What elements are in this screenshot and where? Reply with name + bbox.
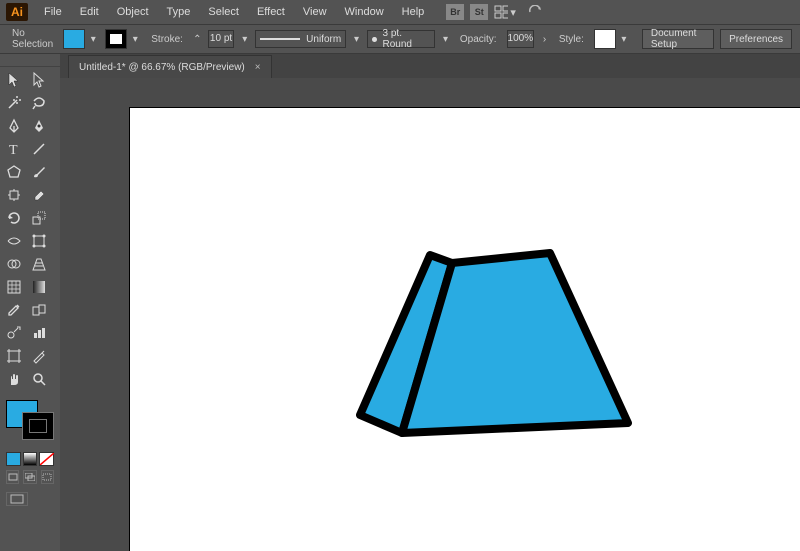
- opacity-label: Opacity:: [456, 32, 501, 47]
- stock-icon[interactable]: St: [470, 4, 488, 20]
- work-area: T: [0, 54, 800, 551]
- type-tool[interactable]: T: [2, 138, 26, 160]
- prism-shape[interactable]: [350, 243, 650, 463]
- blend-tool[interactable]: [27, 299, 51, 321]
- document-tab-title: Untitled-1* @ 66.67% (RGB/Preview): [79, 62, 245, 73]
- color-mode-row: [0, 450, 60, 468]
- screen-mode-button[interactable]: [6, 492, 28, 506]
- screen-mode-row: [0, 468, 60, 486]
- sync-icon[interactable]: [524, 1, 548, 23]
- graph-tool[interactable]: [27, 322, 51, 344]
- document-tab-bar: Untitled-1* @ 66.67% (RGB/Preview) ×: [60, 54, 800, 78]
- gradient-tool[interactable]: [27, 276, 51, 298]
- brush-dropdown[interactable]: 3 pt. Round: [367, 30, 435, 48]
- shape-tool[interactable]: [2, 161, 26, 183]
- chevron-down-icon: ▾: [618, 33, 630, 45]
- panel-grip[interactable]: [0, 54, 60, 67]
- artboard-tool[interactable]: [2, 345, 26, 367]
- color-mode-gradient[interactable]: [23, 452, 38, 466]
- draw-normal-icon[interactable]: [6, 470, 19, 484]
- bridge-icon[interactable]: Br: [446, 4, 464, 20]
- style-label: Style:: [555, 32, 588, 47]
- color-selector[interactable]: [0, 398, 60, 450]
- brush-label: 3 pt. Round: [383, 28, 431, 50]
- line-tool[interactable]: [27, 138, 51, 160]
- menu-object[interactable]: Object: [109, 3, 157, 21]
- menu-view[interactable]: View: [295, 3, 335, 21]
- stroke-color-swatch[interactable]: [22, 412, 54, 440]
- shaper-tool[interactable]: [2, 184, 26, 206]
- menu-bar: Ai File Edit Object Type Select Effect V…: [0, 0, 800, 24]
- app-logo: Ai: [6, 3, 28, 21]
- canvas-area: Untitled-1* @ 66.67% (RGB/Preview) ×: [60, 54, 800, 551]
- lasso-tool[interactable]: [27, 92, 51, 114]
- stroke-swatch-control[interactable]: ▾: [105, 29, 141, 49]
- style-swatch: [594, 29, 616, 49]
- scale-tool[interactable]: [27, 207, 51, 229]
- menu-help[interactable]: Help: [394, 3, 433, 21]
- stroke-weight-field[interactable]: 10 pt: [208, 30, 235, 48]
- chevron-down-icon: ▾: [129, 33, 141, 45]
- menu-select[interactable]: Select: [200, 3, 247, 21]
- fill-swatch-control[interactable]: ▾: [63, 29, 99, 49]
- style-swatch-control[interactable]: ▾: [594, 29, 630, 49]
- profile-label: Uniform: [306, 34, 341, 45]
- svg-text:T: T: [9, 143, 18, 156]
- chevron-right-icon[interactable]: ›: [540, 33, 549, 45]
- chevron-down-icon[interactable]: ▾: [352, 33, 361, 45]
- pen-tool[interactable]: [2, 115, 26, 137]
- document-tab[interactable]: Untitled-1* @ 66.67% (RGB/Preview) ×: [68, 55, 272, 78]
- stroke-decrease-icon[interactable]: ⌃: [193, 33, 202, 45]
- preferences-button[interactable]: Preferences: [720, 29, 792, 49]
- selection-tool[interactable]: [2, 69, 26, 91]
- chevron-down-icon[interactable]: ▾: [441, 33, 450, 45]
- options-bar: No Selection ▾ ▾ Stroke: ⌃ 10 pt ▾ Unifo…: [0, 24, 800, 54]
- document-setup-button[interactable]: Document Setup: [642, 29, 714, 49]
- curvature-tool[interactable]: [27, 115, 51, 137]
- free-transform-tool[interactable]: [27, 230, 51, 252]
- direct-selection-tool[interactable]: [27, 69, 51, 91]
- menu-file[interactable]: File: [36, 3, 70, 21]
- symbol-sprayer-tool[interactable]: [2, 322, 26, 344]
- arrange-icon[interactable]: ▾: [494, 1, 518, 23]
- toolbox: T: [0, 67, 60, 392]
- hand-tool[interactable]: [2, 368, 26, 390]
- eyedropper-tool[interactable]: [2, 299, 26, 321]
- slice-tool[interactable]: [27, 345, 51, 367]
- menu-type[interactable]: Type: [159, 3, 199, 21]
- menu-app-icons: Br St ▾: [446, 1, 548, 23]
- eraser-tool[interactable]: [27, 184, 51, 206]
- screen-switch-row: [0, 490, 60, 508]
- shape-builder-tool[interactable]: [2, 253, 26, 275]
- menu-effect[interactable]: Effect: [249, 3, 293, 21]
- mesh-tool[interactable]: [2, 276, 26, 298]
- draw-behind-icon[interactable]: [23, 470, 36, 484]
- stroke-label: Stroke:: [147, 32, 187, 47]
- perspective-tool[interactable]: [27, 253, 51, 275]
- menu-window[interactable]: Window: [337, 3, 392, 21]
- color-mode-none[interactable]: [39, 452, 54, 466]
- chevron-down-icon: ▾: [87, 33, 99, 45]
- brush-tool[interactable]: [27, 161, 51, 183]
- color-mode-solid[interactable]: [6, 452, 21, 466]
- profile-dropdown[interactable]: Uniform: [255, 30, 346, 48]
- selection-status: No Selection: [8, 26, 57, 52]
- close-icon[interactable]: ×: [255, 62, 261, 73]
- tool-panel: T: [0, 54, 60, 551]
- fill-swatch: [63, 29, 85, 49]
- width-tool[interactable]: [2, 230, 26, 252]
- magic-wand-tool[interactable]: [2, 92, 26, 114]
- stroke-swatch: [105, 29, 127, 49]
- zoom-tool[interactable]: [27, 368, 51, 390]
- opacity-field[interactable]: 100%: [507, 30, 535, 48]
- canvas[interactable]: [60, 78, 800, 551]
- menu-edit[interactable]: Edit: [72, 3, 107, 21]
- chevron-down-icon[interactable]: ▾: [240, 33, 249, 45]
- rotate-tool[interactable]: [2, 207, 26, 229]
- draw-inside-icon[interactable]: [41, 470, 54, 484]
